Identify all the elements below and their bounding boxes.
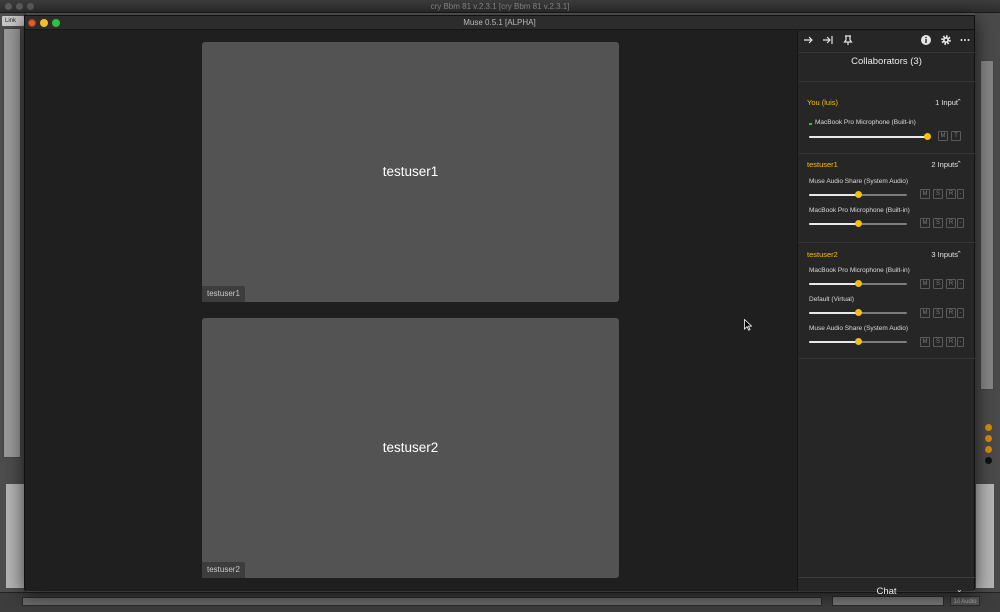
mute-button[interactable]: M <box>938 131 948 141</box>
host-zoom-button[interactable] <box>27 3 34 10</box>
talk-button[interactable]: T <box>951 131 961 141</box>
solo-button[interactable]: S <box>933 337 943 347</box>
solo-button[interactable]: S <box>933 279 943 289</box>
chevron-up-icon[interactable]: ⌃ <box>956 250 962 258</box>
video-tile-testuser2[interactable]: testuser2 testuser2 <box>202 318 619 578</box>
title-divider <box>798 81 975 82</box>
host-link-button[interactable]: Link <box>2 16 24 26</box>
input-label: MacBook Pro Microphone (Built-in) <box>809 267 910 274</box>
volume-slider-thumb[interactable] <box>854 220 862 227</box>
host-audio-indicator: 1/i Audio <box>950 596 980 606</box>
sidebar-toolbar <box>798 31 975 49</box>
more-button[interactable]: - <box>957 337 964 347</box>
window-title: Muse 0.5.1 [ALPHA] <box>463 18 536 27</box>
host-lower-right-panel <box>976 484 994 588</box>
muse-window: Muse 0.5.1 [ALPHA] testuser1 testuser1 t… <box>24 15 975 597</box>
group-divider <box>798 153 975 154</box>
record-button[interactable]: R <box>946 308 956 318</box>
record-button[interactable]: R <box>946 189 956 199</box>
host-knob[interactable] <box>985 435 992 442</box>
tile-user-name: testuser1 <box>382 164 439 179</box>
tile-user-name: testuser2 <box>382 440 439 455</box>
video-tile-testuser1[interactable]: testuser1 testuser1 <box>202 42 619 302</box>
video-grid: testuser1 testuser1 testuser2 testuser2 <box>25 31 797 591</box>
more-icon[interactable] <box>958 33 972 47</box>
volume-slider-fill <box>809 312 858 314</box>
chat-divider <box>798 577 975 578</box>
record-button[interactable]: R <box>946 218 956 228</box>
group-input-count[interactable]: 3 Inputs <box>931 250 958 259</box>
host-master-fader[interactable] <box>832 596 944 606</box>
close-button[interactable] <box>28 19 36 27</box>
group-name: testuser2 <box>807 250 838 259</box>
group-divider <box>798 358 975 359</box>
volume-slider-thumb[interactable] <box>923 133 931 140</box>
input-label: MacBook Pro Microphone (Built-in) <box>809 207 910 214</box>
more-button[interactable]: - <box>957 279 964 289</box>
host-titlebar: cry Bbm 81 v.2.3.1 [cry Bbm 81 v.2.3.1] <box>0 0 1000 13</box>
record-button[interactable]: R <box>946 279 956 289</box>
host-title: cry Bbm 81 v.2.3.1 [cry Bbm 81 v.2.3.1] <box>430 2 570 11</box>
volume-slider-fill <box>809 283 858 285</box>
volume-slider-fill <box>809 136 927 138</box>
host-minimize-button[interactable] <box>16 3 23 10</box>
collaborators-title: Collaborators (3) <box>851 56 922 67</box>
volume-slider-thumb[interactable] <box>854 191 862 198</box>
volume-slider-fill <box>809 341 858 343</box>
gear-icon[interactable] <box>939 33 953 47</box>
tile-user-tag: testuser1 <box>202 286 245 302</box>
solo-button[interactable]: S <box>933 189 943 199</box>
volume-slider-fill <box>809 194 858 196</box>
group-divider <box>798 242 975 243</box>
chevron-up-icon[interactable]: ⌃ <box>956 160 962 168</box>
host-knob[interactable] <box>985 457 992 464</box>
mute-button[interactable]: M <box>920 337 930 347</box>
minimize-button[interactable] <box>40 19 48 27</box>
host-knob[interactable] <box>985 424 992 431</box>
mute-button[interactable]: M <box>920 218 930 228</box>
input-label: Muse Audio Share (System Audio) <box>809 178 908 185</box>
chevron-up-icon[interactable]: ⌃ <box>956 98 962 106</box>
record-button[interactable]: R <box>946 337 956 347</box>
chevron-down-icon[interactable]: ⌄ <box>956 585 963 594</box>
host-right-strip <box>980 60 994 390</box>
volume-slider-fill <box>809 223 858 225</box>
group-input-count[interactable]: 2 Inputs <box>931 160 958 169</box>
chat-toggle[interactable]: Chat <box>798 586 975 597</box>
mute-button[interactable]: M <box>920 189 930 199</box>
muse-titlebar: Muse 0.5.1 [ALPHA] <box>25 16 974 30</box>
host-lower-left-panel <box>6 484 24 588</box>
mute-button[interactable]: M <box>920 279 930 289</box>
host-close-button[interactable] <box>5 3 12 10</box>
volume-slider-thumb[interactable] <box>854 338 862 345</box>
more-button[interactable]: - <box>957 308 964 318</box>
collaborators-sidebar: Collaborators (3) You (luis) 1 Input ⌃ M… <box>797 31 975 597</box>
volume-slider-thumb[interactable] <box>854 309 862 316</box>
mute-button[interactable]: M <box>920 308 930 318</box>
toolbar-divider <box>798 52 975 53</box>
solo-button[interactable]: S <box>933 218 943 228</box>
pin-icon[interactable] <box>841 33 855 47</box>
info-icon[interactable] <box>919 33 933 47</box>
mouse-pointer-icon <box>744 319 752 331</box>
collapse-right-icon[interactable] <box>821 33 835 47</box>
input-label: Default (Virtual) <box>809 296 855 303</box>
more-button[interactable]: - <box>957 189 964 199</box>
host-knob[interactable] <box>985 446 992 453</box>
more-button[interactable]: - <box>957 218 964 228</box>
input-level-indicator <box>809 123 812 125</box>
tile-user-tag: testuser2 <box>202 562 245 578</box>
group-name: You (luis) <box>807 98 838 107</box>
input-label: MacBook Pro Microphone (Built-in) <box>815 119 916 126</box>
host-track-strip <box>3 28 21 458</box>
zoom-button[interactable] <box>52 19 60 27</box>
arrow-right-icon[interactable] <box>801 33 815 47</box>
solo-button[interactable]: S <box>933 308 943 318</box>
volume-slider-thumb[interactable] <box>854 280 862 287</box>
group-name: testuser1 <box>807 160 838 169</box>
host-scroll-bar[interactable] <box>22 597 822 606</box>
group-input-count[interactable]: 1 Input <box>935 98 958 107</box>
input-label: Muse Audio Share (System Audio) <box>809 325 908 332</box>
